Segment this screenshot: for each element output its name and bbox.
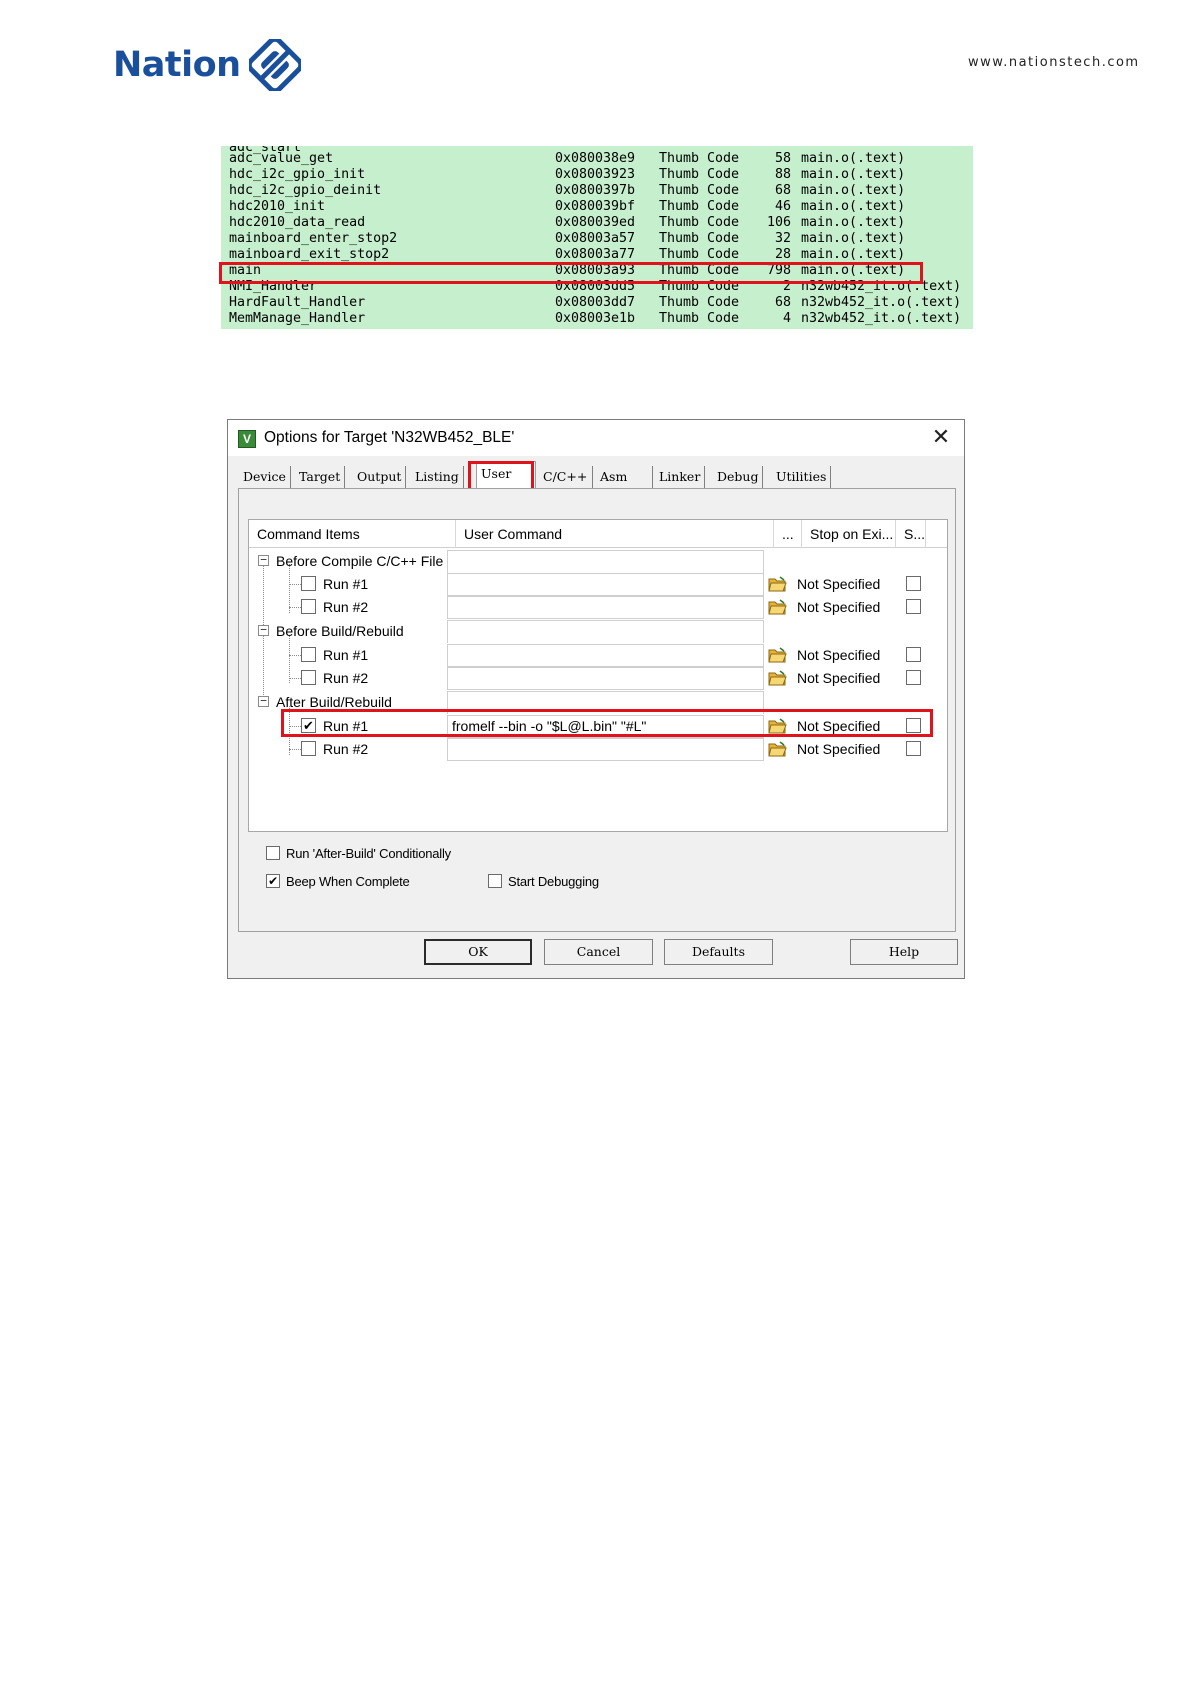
run-label: Run #2: [323, 599, 369, 615]
keil-app-icon: V: [238, 430, 256, 448]
row-before-build-run1: Run #1 Not Specified: [249, 644, 947, 667]
tree-line: [289, 749, 301, 750]
run2-checkbox[interactable]: [301, 599, 316, 614]
option-label: Start Debugging: [508, 874, 599, 889]
tab-target[interactable]: Target: [295, 466, 346, 488]
tab-cpp[interactable]: C/C++: [539, 466, 593, 488]
listing-row: HardFault_Handler 0x08003dd7 Thumb Code 68 n…: [229, 295, 962, 310]
defaults-button[interactable]: Defaults: [664, 939, 773, 965]
main-symbol-highlight: [219, 262, 923, 284]
run-label: Run #1: [323, 647, 369, 663]
stop-on-exit-value[interactable]: Not Specified: [794, 667, 880, 690]
group-command-cell: [447, 550, 764, 573]
start-debugging-checkbox[interactable]: [488, 874, 502, 888]
run-label: Run #2: [323, 670, 369, 686]
cancel-button[interactable]: Cancel: [544, 939, 653, 965]
group-label: Before Build/Rebuild: [276, 623, 404, 639]
tab-linker[interactable]: Linker: [655, 466, 706, 488]
column-browse[interactable]: ...: [774, 520, 802, 548]
group-before-build: − Before Build/Rebuild: [249, 620, 947, 643]
user-command-field[interactable]: [447, 667, 764, 690]
user-command-grid: Command Items User Command ... Stop on E…: [248, 519, 948, 832]
logo-wordmark: Nation: [113, 45, 241, 85]
group-command-cell: [447, 620, 764, 643]
nation-diamond-icon: [248, 39, 301, 91]
listing-row: adc_value_get 0x080038e9 Thumb Code 58 main.…: [229, 151, 906, 166]
user-command-field[interactable]: [447, 596, 764, 619]
run-label: Run #2: [323, 741, 369, 757]
beep-checkbox-checked[interactable]: ✔: [266, 874, 280, 888]
dialog-title: Options for Target 'N32WB452_BLE': [264, 429, 515, 446]
run-after-build-checkbox[interactable]: [266, 846, 280, 860]
group-label: Before Compile C/C++ File: [276, 553, 444, 569]
nation-logo: Nation: [113, 34, 301, 96]
run-label: Run #1: [323, 576, 369, 592]
s-checkbox[interactable]: [906, 670, 921, 685]
folder-open-icon[interactable]: [768, 576, 787, 592]
user-command-field[interactable]: [447, 738, 764, 761]
s-checkbox[interactable]: [906, 599, 921, 614]
stop-on-exit-value[interactable]: Not Specified: [794, 738, 880, 761]
tab-utilities[interactable]: Utilities: [772, 466, 832, 488]
listing-row: mainboard_exit_stop2 0x08003a77 Thumb Code…: [229, 247, 906, 262]
collapse-icon[interactable]: −: [258, 695, 269, 707]
listing-row: hdc_i2c_gpio_init 0x08003923 Thumb Code 88 m…: [229, 167, 906, 182]
listing-row: hdc2010_data_read 0x080039ed Thumb Code 106…: [229, 215, 906, 230]
column-stop-on-exit[interactable]: Stop on Exi...: [802, 520, 896, 548]
stop-on-exit-value[interactable]: Not Specified: [794, 644, 880, 667]
grid-header: Command Items User Command ... Stop on E…: [249, 520, 947, 548]
row-before-compile-run1: Run #1 Not Specified: [249, 573, 947, 596]
folder-open-icon[interactable]: [768, 599, 787, 615]
column-s[interactable]: S...: [896, 520, 926, 548]
listing-row: hdc2010_init 0x080039bf Thumb Code 46 main.o…: [229, 199, 906, 214]
ok-button[interactable]: OK: [424, 939, 532, 965]
folder-open-icon[interactable]: [768, 741, 787, 757]
run1-checkbox[interactable]: [301, 576, 316, 591]
website-url: www.nationstech.com: [968, 55, 1140, 70]
after-build-run1-highlight: [281, 709, 933, 737]
row-before-compile-run2: Run #2 Not Specified: [249, 596, 947, 619]
listing-row: mainboard_enter_stop2 0x08003a57 Thumb Cod…: [229, 231, 906, 246]
tree-line: [289, 678, 301, 679]
close-button[interactable]: ✕: [928, 424, 954, 450]
row-before-build-run2: Run #2 Not Specified: [249, 667, 947, 690]
tab-debug[interactable]: Debug: [713, 466, 764, 488]
map-file-listing: adc_start adc_value_get 0x080038e9 Thumb C…: [221, 146, 973, 329]
help-button[interactable]: Help: [850, 939, 958, 965]
tab-listing[interactable]: Listing: [411, 466, 464, 488]
collapse-icon[interactable]: −: [258, 554, 269, 566]
s-checkbox[interactable]: [906, 576, 921, 591]
options-for-target-dialog: V Options for Target 'N32WB452_BLE' ✕ De…: [227, 419, 965, 979]
folder-open-icon[interactable]: [768, 647, 787, 663]
column-user-command[interactable]: User Command: [456, 520, 774, 548]
folder-open-icon[interactable]: [768, 670, 787, 686]
listing-row: MemManage_Handler 0x08003e1b Thumb Code 4 n3…: [229, 311, 962, 326]
tab-device[interactable]: Device: [239, 466, 291, 488]
option-label: Beep When Complete: [286, 874, 410, 889]
tab-output[interactable]: Output: [353, 466, 407, 488]
user-command-field[interactable]: [447, 644, 764, 667]
option-label: Run 'After-Build' Conditionally: [286, 846, 451, 861]
tree-line: [289, 584, 301, 585]
run2-checkbox[interactable]: [301, 670, 316, 685]
tree-line: [289, 655, 301, 656]
row-after-build-run2: Run #2 Not Specified: [249, 738, 947, 761]
collapse-icon[interactable]: −: [258, 624, 269, 636]
s-checkbox[interactable]: [906, 647, 921, 662]
listing-row: hdc_i2c_gpio_deinit 0x0800397b Thumb Code 6…: [229, 183, 906, 198]
stop-on-exit-value[interactable]: Not Specified: [794, 596, 880, 619]
user-command-field[interactable]: [447, 573, 764, 596]
run1-checkbox[interactable]: [301, 647, 316, 662]
dialog-titlebar: V Options for Target 'N32WB452_BLE' ✕: [228, 420, 964, 456]
run2-checkbox[interactable]: [301, 741, 316, 756]
column-command-items[interactable]: Command Items: [249, 520, 456, 548]
tree-line: [289, 607, 301, 608]
tab-asm[interactable]: Asm: [596, 466, 653, 488]
s-checkbox[interactable]: [906, 741, 921, 756]
stop-on-exit-value[interactable]: Not Specified: [794, 573, 880, 596]
group-before-compile: − Before Compile C/C++ File: [249, 550, 947, 573]
